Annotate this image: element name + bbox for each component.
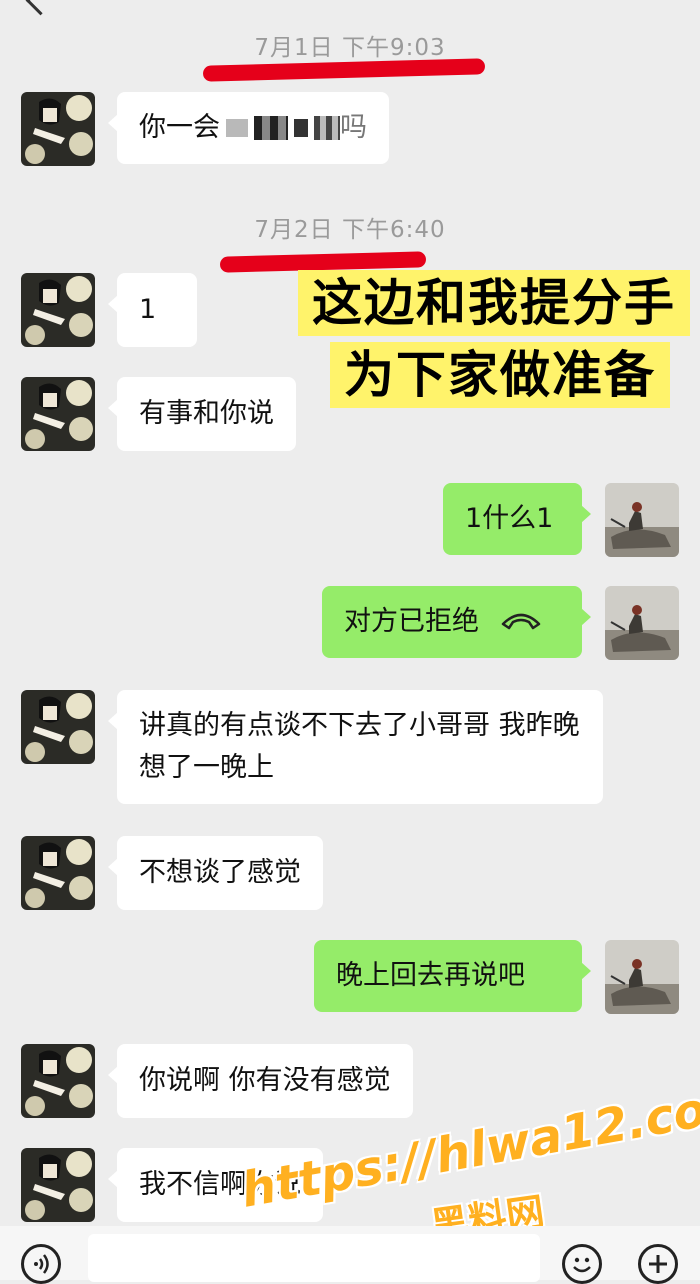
annotation-caption-line2: 为下家做准备	[330, 342, 670, 408]
message-text: 1什么1	[465, 503, 554, 534]
call-declined-bubble[interactable]: 对方已拒绝	[322, 586, 591, 658]
message-text: 你一会	[139, 112, 220, 143]
message-bubble-received[interactable]: 你一会 吗	[108, 92, 389, 164]
back-arrow-icon[interactable]	[25, 0, 56, 16]
redacted-text	[254, 116, 288, 140]
emoji-icon[interactable]	[562, 1244, 602, 1284]
avatar[interactable]	[21, 1044, 95, 1118]
message-bubble-received[interactable]: 1	[108, 273, 197, 347]
message-bubble-received[interactable]: 你说啊 你有没有感觉	[108, 1044, 413, 1118]
avatar[interactable]	[21, 273, 95, 347]
chat-input-bar	[0, 1226, 700, 1284]
message-bubble-sent[interactable]: 1什么1	[443, 483, 591, 555]
message-text: 有事和你说	[139, 398, 274, 429]
redacted-text	[226, 119, 248, 137]
message-bubble-received[interactable]: 讲真的有点谈不下去了小哥哥 我昨晚想了一晚上	[108, 690, 603, 804]
voice-icon[interactable]	[21, 1244, 61, 1284]
message-bubble-sent[interactable]: 晚上回去再说吧	[314, 940, 591, 1012]
avatar-self[interactable]	[605, 483, 679, 557]
avatar-self[interactable]	[605, 586, 679, 660]
avatar-self[interactable]	[605, 940, 679, 1014]
phone-hangup-icon	[499, 601, 543, 643]
message-text: 吗	[340, 112, 367, 143]
message-bubble-received[interactable]: 不想谈了感觉	[108, 836, 323, 910]
message-bubble-received[interactable]: 有事和你说	[108, 377, 296, 451]
annotation-caption-line1: 这边和我提分手	[298, 270, 690, 336]
avatar[interactable]	[21, 1148, 95, 1222]
redacted-text	[294, 119, 308, 137]
redacted-text	[314, 116, 340, 140]
avatar[interactable]	[21, 690, 95, 764]
message-text: 你说啊 你有没有感觉	[139, 1065, 391, 1096]
timestamp: 7月1日 下午9:03	[254, 35, 446, 61]
message-text: 1	[139, 294, 157, 325]
avatar[interactable]	[21, 377, 95, 451]
avatar[interactable]	[21, 836, 95, 910]
message-text: 讲真的有点谈不下去了小哥哥 我昨晚想了一晚上	[139, 710, 580, 783]
message-text: 对方已拒绝	[344, 606, 479, 637]
message-text: 晚上回去再说吧	[336, 960, 525, 991]
message-input[interactable]	[88, 1234, 540, 1282]
avatar[interactable]	[21, 92, 95, 166]
message-text: 不想谈了感觉	[139, 857, 301, 888]
timestamp: 7月2日 下午6:40	[254, 217, 446, 243]
plus-icon[interactable]	[638, 1244, 678, 1284]
